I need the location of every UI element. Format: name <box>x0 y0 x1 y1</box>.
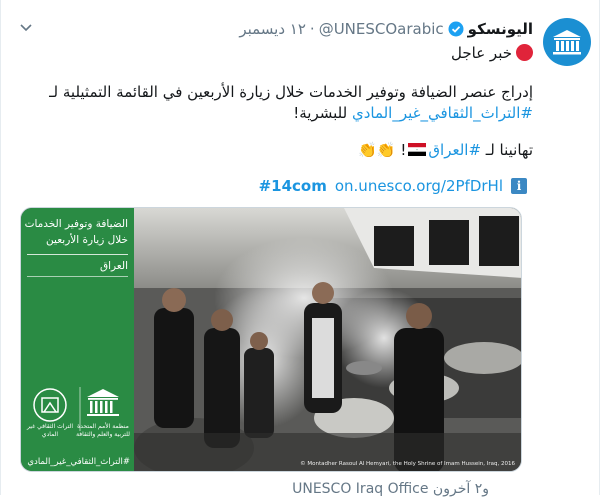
breaking-line: خبر عاجل <box>451 42 533 64</box>
congrats-line: تهانينا لـ #العراق *! 👏👏 <box>358 139 533 161</box>
media-overlay-panel: الضيافة وتوفير الخدمات خلال زيارة الأربع… <box>21 208 134 471</box>
overlay-title-line-1: الضيافة وتوفير الخدمات <box>24 218 128 230</box>
iraq-flag-icon: * <box>408 143 427 156</box>
unesco-temple-icon <box>553 30 581 55</box>
overlay-title: الضيافة وتوفير الخدمات خلال زيارة الأربع… <box>25 216 128 248</box>
tweet-date[interactable]: ١٢ ديسمبر <box>239 20 306 38</box>
overlay-ich-label: التراث الثقافي غير المادي <box>26 423 74 438</box>
overlay-country: العراق <box>99 260 128 272</box>
tweet-header: اليونسكو @UNESCOarabic · ١٢ ديسمبر <box>239 18 533 40</box>
hashtag-ich-link[interactable]: #التراث_الثقافي_غير_المادي <box>352 104 533 122</box>
body-line-2: #التراث_الثقافي_غير_المادي للبشرية! <box>293 102 533 124</box>
avatar[interactable] <box>543 18 591 66</box>
overlay-unesco-label: منظمة الأمم المتحدة للتربية والعلم والثق… <box>76 423 130 438</box>
overlay-divider <box>27 254 128 255</box>
separator-dot: · <box>309 20 315 38</box>
red-circle-icon <box>516 44 533 61</box>
tweet-media-image[interactable]: الضيافة وتوفير الخدمات خلال زيارة الأربع… <box>20 207 522 472</box>
overlay-title-line-2: خلال زيارة الأربعين <box>46 234 128 246</box>
breaking-label: خبر عاجل <box>451 44 512 62</box>
tweet-card[interactable]: اليونسكو @UNESCOarabic · ١٢ ديسمبر خبر ع… <box>0 0 600 497</box>
display-name[interactable]: اليونسكو <box>468 20 533 38</box>
clap-emoji: 👏👏 <box>358 141 396 159</box>
body-line-1: إدراج عنصر الضيافة وتوفير الخدمات خلال ز… <box>49 83 533 101</box>
body-line-2-rest: للبشرية! <box>293 104 352 122</box>
handle[interactable]: @UNESCOarabic <box>319 20 444 38</box>
overlay-hashtag: #التراث_الثقافي_غير_المادي <box>27 457 130 467</box>
chevron-down-icon[interactable] <box>19 20 33 34</box>
overlay-divider-2 <box>27 276 128 277</box>
photo-credit: © Montadher Rasoul Al Hemyari, the Holy … <box>300 461 515 467</box>
kitchen-photo <box>134 208 521 471</box>
hashtag-iraq-link[interactable]: #العراق <box>428 141 481 159</box>
link-row: #14com on.unesco.org/2PfDrHl i <box>259 177 527 195</box>
info-icon: i <box>511 178 527 194</box>
congrats-prefix: تهانينا لـ <box>481 141 533 159</box>
hashtag-14com-link[interactable]: #14com <box>259 177 327 195</box>
url-link[interactable]: on.unesco.org/2PfDrHl <box>335 177 503 195</box>
verified-badge-icon <box>448 21 464 37</box>
congrats-suffix: ! <box>400 141 407 159</box>
